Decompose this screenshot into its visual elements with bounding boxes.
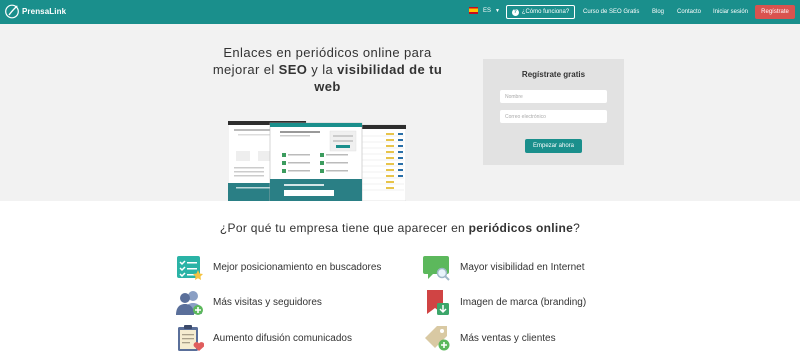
logo-text: PrensaLink [22,7,67,16]
why-title-end: ? [573,221,581,235]
language-selector[interactable]: ES ▼ [469,7,500,14]
feature-item: Más ventas y clientes [423,324,556,352]
checklist-icon [177,256,203,280]
nav-link-seo-course[interactable]: Curso de SEO Gratis [583,9,639,15]
why-title-text: ¿Por qué tu empresa tiene que aparecer e… [219,221,469,235]
name-field[interactable] [500,90,607,103]
caret-down-icon: ▼ [495,7,500,14]
how-it-works-button[interactable]: ? ¿Cómo funciona? [506,5,575,19]
register-button[interactable]: Regístrate [755,5,795,19]
signup-title: Regístrate gratis [521,70,586,79]
logo[interactable]: PrensaLink [5,3,66,20]
email-field[interactable] [500,110,607,123]
clipboard-heart-icon [178,325,204,351]
feature-item: Mayor visibilidad en Internet [423,253,585,281]
feature-item: Aumento difusión comunicados [176,324,352,352]
headline-seo: SEO [278,62,308,77]
language-code: ES [483,7,492,14]
price-tag-add-icon [425,326,450,351]
feature-label: Mayor visibilidad en Internet [460,261,585,273]
nav-link-contact[interactable]: Contacto [677,9,701,15]
product-screenshots-image [228,121,406,201]
feature-item: Imagen de marca (branding) [423,288,586,316]
signup-form: Regístrate gratis Empezar ahora [483,59,624,165]
question-icon: ? [511,8,519,16]
start-now-button[interactable]: Empezar ahora [525,139,582,153]
feature-label: Más ventas y clientes [460,332,556,344]
feature-label: Imagen de marca (branding) [460,296,587,308]
feature-label: Aumento difusión comunicados [213,332,352,344]
why-title-bold: periódicos online [468,221,574,235]
logo-icon [5,4,19,19]
hero-headline: Enlaces en periódicos online para mejora… [200,44,455,95]
speech-search-icon [423,256,450,281]
headline-text-2: y la [307,62,338,77]
feature-item: Mejor posicionamiento en buscadores [176,253,381,281]
feature-label: Mejor posicionamiento en buscadores [213,261,382,273]
hero-section: Enlaces en periódicos online para mejora… [0,24,800,201]
users-add-icon [176,291,203,315]
top-navbar: PrensaLink ES ▼ ? ¿Cómo funciona? Curso … [0,0,800,24]
feature-item: Más visitas y seguidores [176,288,322,316]
why-section-title: ¿Por qué tu empresa tiene que aparecer e… [0,221,800,235]
how-it-works-label: ¿Cómo funciona? [521,9,570,15]
bookmark-download-icon [427,290,449,315]
nav-link-blog[interactable]: Blog [652,9,664,15]
feature-label: Más visitas y seguidores [213,296,322,308]
nav-link-login[interactable]: Iniciar sesión [713,9,748,15]
spain-flag-icon [469,7,478,14]
